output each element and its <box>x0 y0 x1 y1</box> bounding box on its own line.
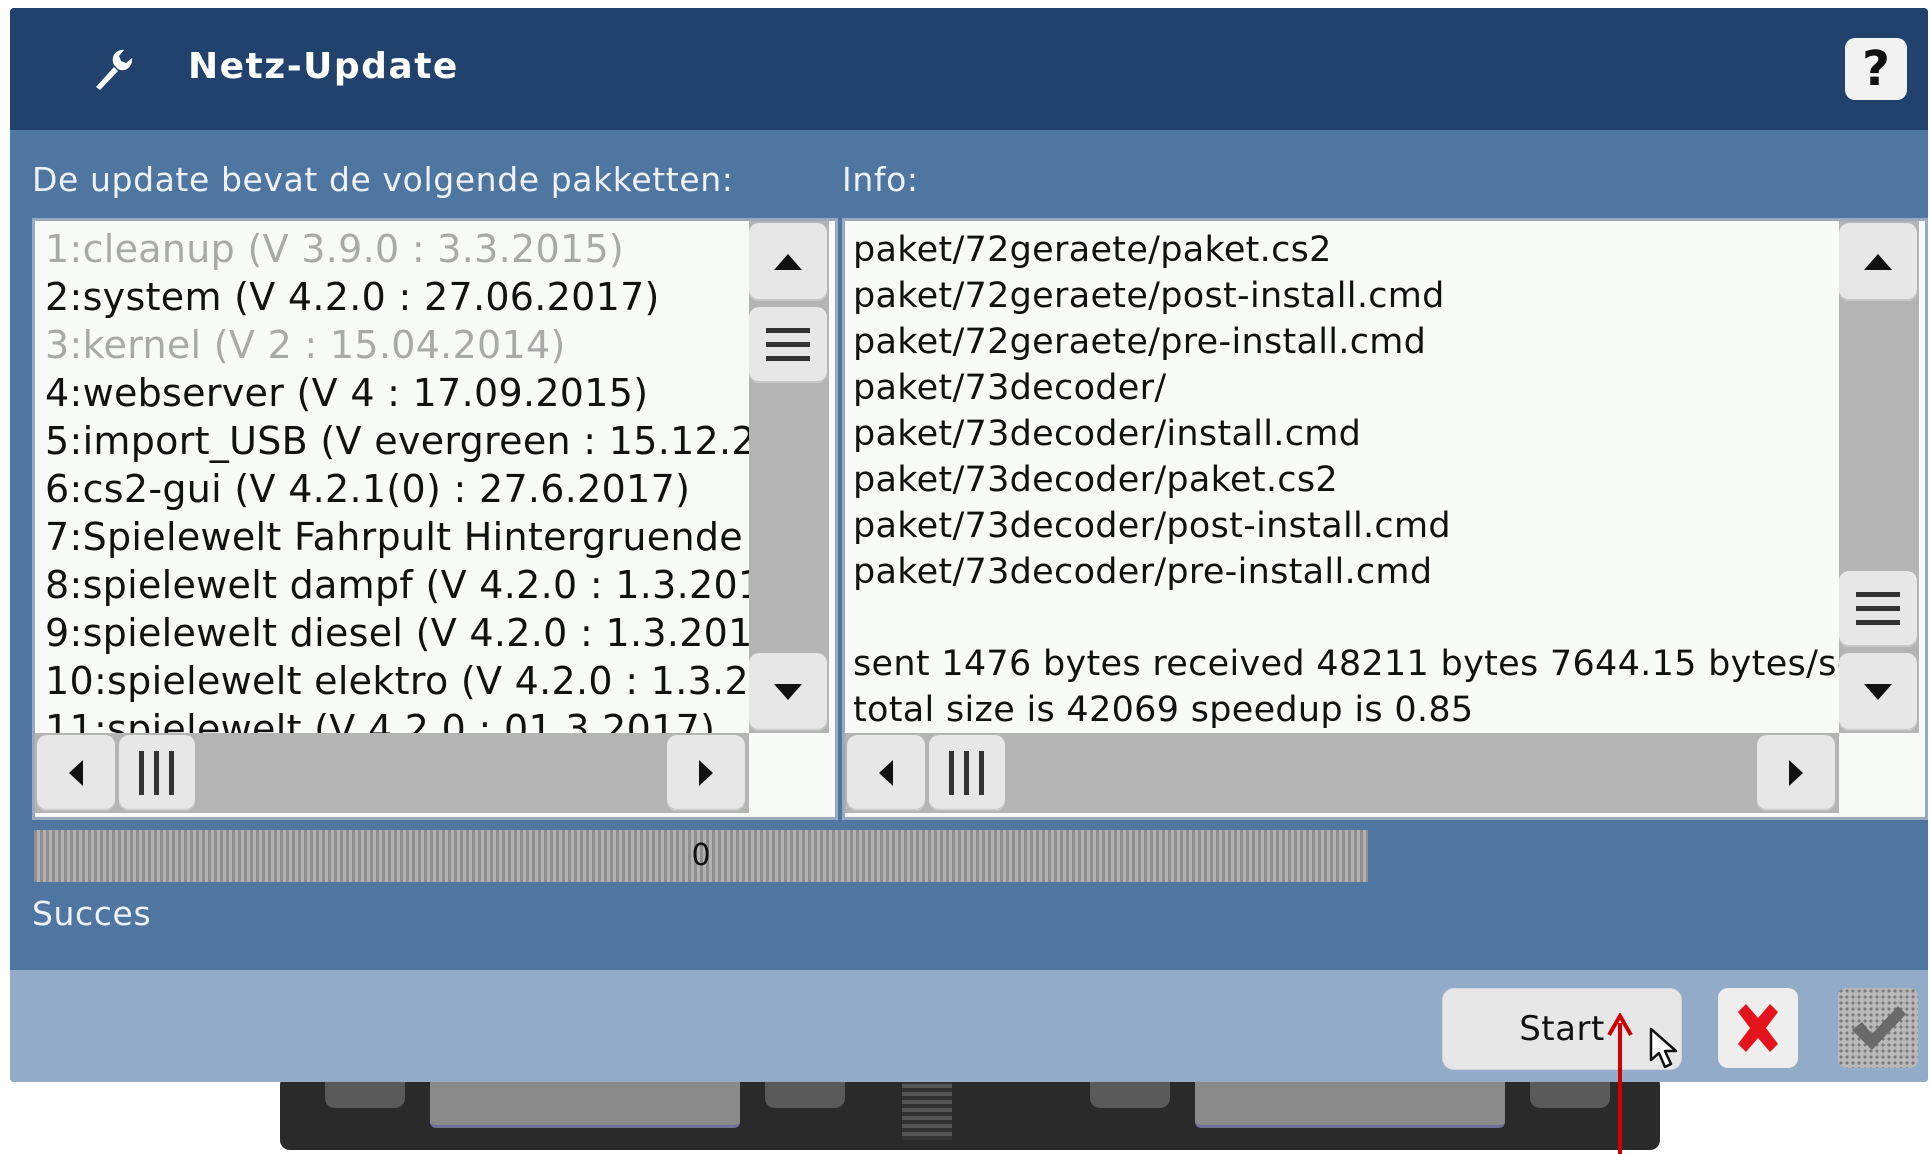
list-item[interactable]: 1:cleanup (V 3.9.0 : 3.3.2015) <box>45 225 745 273</box>
list-item[interactable]: 5:import_USB (V evergreen : 15.12.20 <box>45 417 780 465</box>
progress-bar: 0 <box>34 830 1368 882</box>
netz-update-dialog: Netz-Update ? De update bevat de volgend… <box>10 8 1928 1082</box>
help-button[interactable]: ? <box>1845 38 1907 100</box>
start-button[interactable]: Start <box>1442 988 1682 1070</box>
confirm-button[interactable] <box>1838 988 1918 1068</box>
scroll-up-button[interactable] <box>1839 223 1917 301</box>
list-item[interactable]: 10:spielewelt elektro (V 4.2.0 : 1.3.20 <box>45 657 773 705</box>
info-line: paket/73decoder/post-install.cmd <box>853 506 1451 546</box>
package-list[interactable]: 1:cleanup (V 3.9.0 : 3.3.2015) 2:system (… <box>32 218 838 820</box>
info-line: paket/73decoder/paket.cs2 <box>853 460 1338 500</box>
window-title: Netz-Update <box>188 46 459 87</box>
progress-value: 0 <box>691 838 711 873</box>
info-line <box>853 595 1843 641</box>
list-item[interactable]: 6:cs2-gui (V 4.2.1(0) : 27.6.2017) <box>45 465 745 513</box>
info-line: total size is 42069 speedup is 0.85 <box>853 690 1474 730</box>
info-heading: Info: <box>842 160 919 199</box>
status-text: Succes <box>32 894 152 933</box>
package-horizontal-scrollbar[interactable] <box>35 733 749 813</box>
list-item[interactable]: 7:Spielewelt Fahrpult Hintergruende ( <box>45 513 770 561</box>
close-x-icon <box>1738 1004 1778 1052</box>
background-slider <box>430 1075 740 1128</box>
list-item[interactable]: 4:webserver (V 4 : 17.09.2015) <box>45 369 745 417</box>
list-item[interactable]: 8:spielewelt dampf (V 4.2.0 : 1.3.2017 <box>45 561 787 609</box>
info-line: paket/73decoder/ <box>853 368 1167 408</box>
vertical-scroll-thumb[interactable] <box>749 307 827 383</box>
background-slider <box>1195 1075 1505 1128</box>
info-line: paket/72geraete/post-install.cmd <box>853 276 1445 316</box>
info-lines: paket/72geraete/paket.cs2 paket/72geraete… <box>853 227 1843 733</box>
list-item[interactable]: 3:kernel (V 2 : 15.04.2014) <box>45 321 745 369</box>
info-line: sent 1476 bytes received 48211 bytes 764… <box>853 644 1843 684</box>
horizontal-scroll-thumb[interactable] <box>119 735 195 811</box>
info-line: paket/72geraete/pre-install.cmd <box>853 322 1427 362</box>
list-item[interactable]: 9:spielewelt diesel (V 4.2.0 : 1.3.2017) <box>45 609 792 657</box>
arrow-right-icon <box>1789 760 1803 786</box>
grip-lines-icon <box>1856 592 1900 626</box>
list-item[interactable]: 2:system (V 4.2.0 : 27.06.2017) <box>45 273 745 321</box>
info-horizontal-scrollbar[interactable] <box>845 733 1839 813</box>
grip-lines-icon <box>139 751 175 795</box>
info-log[interactable]: paket/72geraete/paket.cs2 paket/72geraete… <box>842 218 1928 820</box>
grip-lines-icon <box>949 751 985 795</box>
scroll-up-button[interactable] <box>749 223 827 301</box>
scroll-down-button[interactable] <box>749 653 827 731</box>
packages-heading: De update bevat de volgende pakketten: <box>32 160 734 199</box>
info-line: paket/72geraete/paket.cs2 <box>853 230 1332 270</box>
cancel-button[interactable] <box>1718 988 1798 1068</box>
arrow-down-icon <box>774 684 802 700</box>
arrow-left-icon <box>69 760 83 786</box>
arrow-right-icon <box>699 760 713 786</box>
package-vertical-scrollbar[interactable] <box>749 221 829 733</box>
info-line: paket/73decoder/pre-install.cmd <box>853 552 1433 592</box>
arrow-down-icon <box>1864 684 1892 700</box>
scroll-right-button[interactable] <box>1757 735 1835 811</box>
annotation-arrow-icon <box>1607 1013 1633 1154</box>
scroll-left-button[interactable] <box>37 735 115 811</box>
arrow-up-icon <box>774 254 802 270</box>
arrow-up-icon <box>1864 254 1892 270</box>
button-bar: Start <box>10 970 1928 1082</box>
scroll-down-button[interactable] <box>1839 653 1917 731</box>
background-grip <box>902 1080 952 1140</box>
horizontal-scroll-thumb[interactable] <box>929 735 1005 811</box>
mouse-pointer-icon <box>1649 1027 1678 1069</box>
grip-lines-icon <box>766 328 810 362</box>
scroll-right-button[interactable] <box>667 735 745 811</box>
scroll-left-button[interactable] <box>847 735 925 811</box>
info-vertical-scrollbar[interactable] <box>1839 221 1919 733</box>
package-items: 1:cleanup (V 3.9.0 : 3.3.2015) 2:system (… <box>45 225 792 753</box>
checkmark-icon <box>1852 1006 1906 1050</box>
wrench-icon <box>96 49 133 90</box>
info-line: paket/73decoder/install.cmd <box>853 414 1362 454</box>
vertical-scroll-thumb[interactable] <box>1839 571 1917 647</box>
arrow-left-icon <box>879 760 893 786</box>
title-bar: Netz-Update ? <box>10 8 1928 130</box>
